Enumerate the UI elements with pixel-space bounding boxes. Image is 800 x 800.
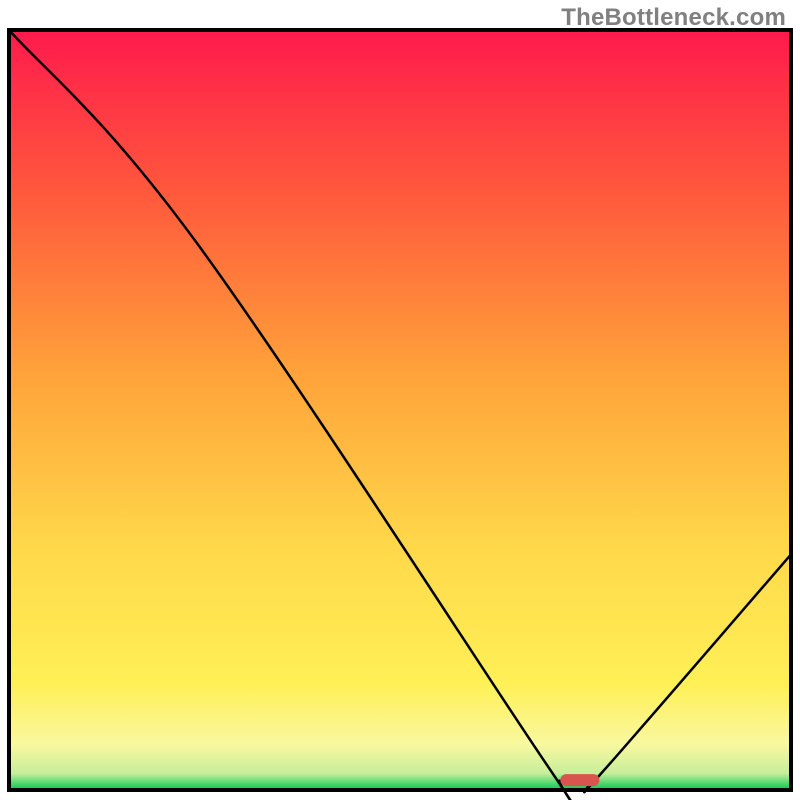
chart-svg <box>0 0 800 800</box>
watermark-text: TheBottleneck.com <box>561 4 786 32</box>
chart-background <box>9 30 791 790</box>
chart-container: TheBottleneck.com <box>0 0 800 800</box>
min-marker <box>560 774 599 786</box>
